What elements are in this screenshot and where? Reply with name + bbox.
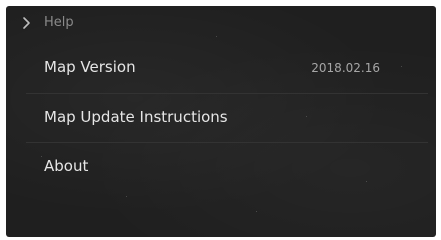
map-version-value: 2018.02.16 <box>311 61 380 75</box>
background-speck <box>216 36 217 37</box>
background-speck <box>401 66 402 67</box>
background-speck <box>366 181 367 182</box>
help-screen: Help Map Version 2018.02.16 Map Update I… <box>6 6 436 237</box>
background-speck <box>41 156 42 157</box>
header-bar: Help <box>6 6 436 40</box>
menu-item-map-update-instructions[interactable]: Map Update Instructions <box>26 94 428 142</box>
background-speck <box>66 64 67 65</box>
menu-item-label: About <box>44 157 89 175</box>
menu-item-map-version[interactable]: Map Version 2018.02.16 <box>26 44 428 92</box>
background-speck <box>126 196 127 197</box>
background-speck <box>306 116 307 117</box>
background-speck <box>256 211 257 212</box>
page-title: Help <box>44 15 74 30</box>
menu-item-about[interactable]: About <box>26 143 428 191</box>
menu-item-label: Map Update Instructions <box>44 108 228 126</box>
chevron-right-icon[interactable] <box>21 15 33 29</box>
menu-item-label: Map Version <box>44 58 136 76</box>
